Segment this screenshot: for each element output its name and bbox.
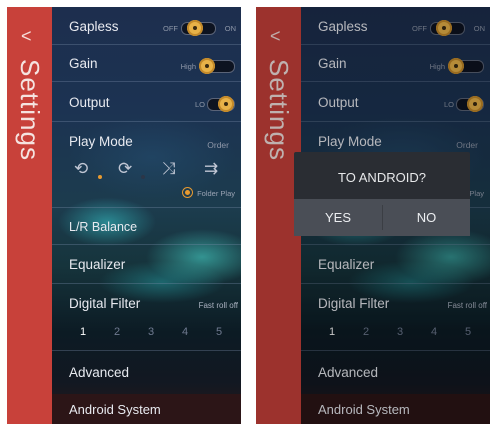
gain-row[interactable]: Gain High: [52, 45, 241, 82]
android-system-label: Android System: [69, 402, 161, 417]
toggle-knob[interactable]: [199, 58, 215, 74]
confirm-dialog: TO ANDROID? YES NO: [294, 152, 470, 236]
output-label: Output: [69, 95, 110, 110]
advanced-row[interactable]: Advanced: [52, 351, 241, 393]
gapless-on-label: ON: [224, 24, 236, 33]
sidebar: < Settings: [7, 7, 52, 424]
gain-value: High: [180, 62, 196, 71]
settings-list: Gapless OFF ON Gain High Output LO Play …: [52, 7, 241, 424]
dialog-title: TO ANDROID?: [338, 170, 426, 185]
balance-label: L/R Balance: [69, 220, 138, 234]
settings-screen-right: < Settings Gapless OFF ON Gain High Outp…: [256, 7, 490, 424]
gapless-label: Gapless: [69, 19, 119, 34]
back-icon[interactable]: <: [21, 27, 32, 45]
digital-filter-value: Fast roll off: [198, 301, 238, 310]
play-mode-value: Order: [207, 140, 229, 150]
output-value: LO: [194, 100, 205, 109]
equalizer-label: Equalizer: [69, 257, 126, 272]
filter-option-5[interactable]: 5: [216, 326, 222, 338]
dialog-buttons: YES NO: [294, 199, 470, 236]
filter-option-1[interactable]: 1: [80, 326, 86, 338]
equalizer-row[interactable]: Equalizer: [52, 245, 241, 284]
output-row[interactable]: Output LO: [52, 82, 241, 122]
play-mode-label: Play Mode: [69, 134, 133, 149]
digital-filter-row: Digital Filter Fast roll off: [52, 284, 241, 351]
toggle-knob[interactable]: [218, 96, 234, 112]
gain-toggle[interactable]: [199, 58, 235, 74]
shuffle-icon[interactable]: ⤨: [162, 159, 176, 179]
settings-title-text: Settings: [15, 59, 45, 161]
gain-label: Gain: [69, 56, 98, 71]
folder-play-option[interactable]: Folder Play: [182, 187, 235, 198]
gapless-off-label: OFF: [163, 24, 178, 33]
output-toggle[interactable]: [207, 96, 235, 112]
radio-icon[interactable]: [182, 187, 194, 198]
order-icon[interactable]: ⇉: [204, 159, 218, 179]
repeat-all-dot: [141, 175, 145, 179]
folder-play-label: Folder Play: [197, 189, 235, 198]
yes-button[interactable]: YES: [294, 199, 382, 236]
android-system-row[interactable]: Android System: [52, 394, 241, 424]
filter-option-3[interactable]: 3: [148, 326, 154, 338]
settings-screen-left: < Settings Gapless OFF ON Gain High Outp…: [7, 7, 241, 424]
toggle-knob[interactable]: [187, 20, 203, 36]
settings-title: Settings: [15, 59, 45, 179]
no-button[interactable]: NO: [383, 199, 470, 236]
filter-option-2[interactable]: 2: [114, 326, 120, 338]
gapless-row[interactable]: Gapless OFF ON: [52, 7, 241, 45]
balance-row[interactable]: L/R Balance: [52, 208, 241, 245]
repeat-one-icon[interactable]: ⟲: [74, 159, 88, 179]
digital-filter-label: Digital Filter: [69, 296, 141, 311]
advanced-label: Advanced: [69, 365, 130, 380]
repeat-one-active-dot: [98, 175, 102, 179]
repeat-all-icon[interactable]: ⟳: [118, 159, 132, 179]
gapless-toggle[interactable]: [181, 20, 216, 36]
filter-option-4[interactable]: 4: [182, 326, 188, 338]
